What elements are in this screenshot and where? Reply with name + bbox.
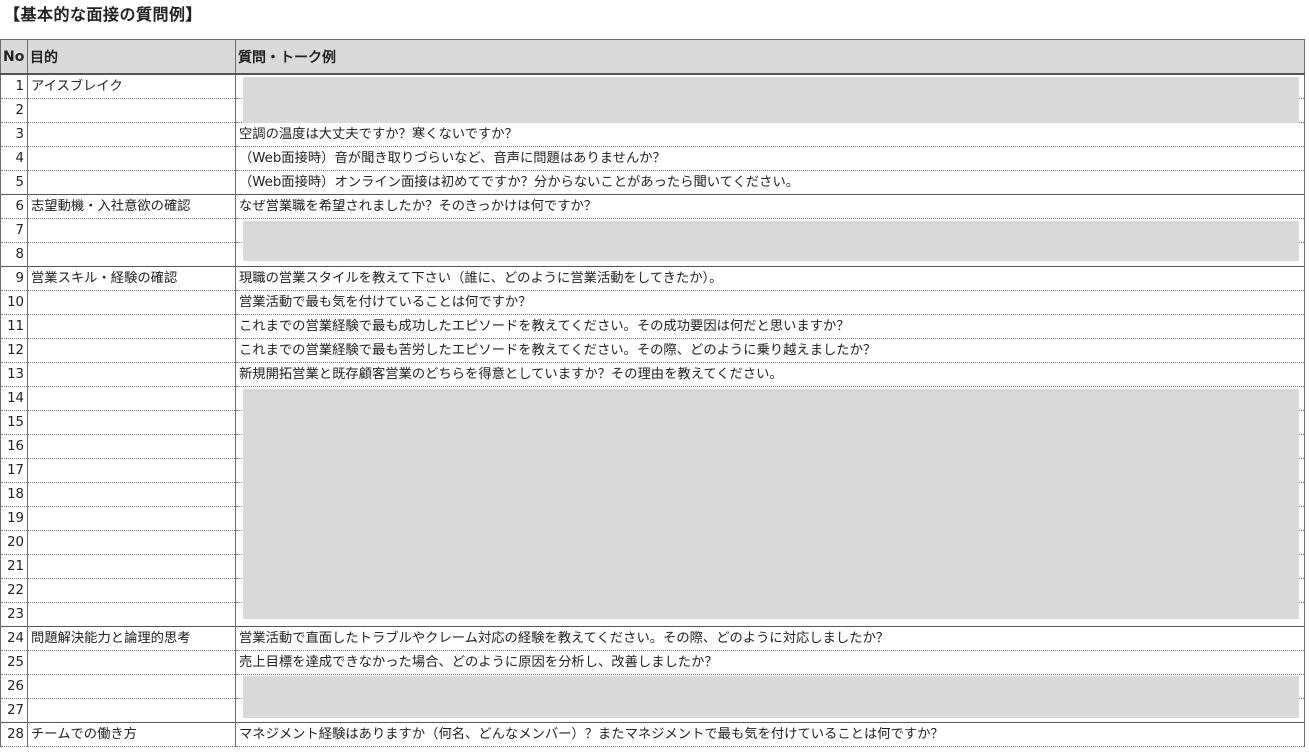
cell-purpose[interactable] [27,146,236,171]
cell-no[interactable]: 18 [0,482,28,507]
cell-no[interactable]: 11 [0,314,28,339]
cell-purpose[interactable] [27,314,236,339]
cell-no[interactable]: 22 [0,578,28,603]
cell-no[interactable]: 25 [0,650,28,675]
cell-question[interactable]: マネジメント経験はありますか（何名、どんなメンバー）？またマネジメントで最も気を… [235,722,1305,747]
cell-no[interactable]: 3 [0,122,28,147]
cell-no[interactable]: 19 [0,506,28,531]
cell-question[interactable]: これまでの営業経験で最も成功したエピソードを教えてください。その成功要因は何だと… [235,314,1305,339]
cell-purpose[interactable] [27,410,236,435]
cell-purpose[interactable] [27,170,236,195]
table-row: 28 チームでの働き方 マネジメント経験はありますか（何名、どんなメンバー）？またマ… [0,722,1305,747]
redacted-block-3 [243,389,1299,619]
redacted-block-1 [243,77,1299,123]
cell-question[interactable]: 営業活動で最も気を付けていることは何ですか？ [235,290,1305,315]
cell-question[interactable]: なぜ営業職を希望されましたか？そのきっかけは何ですか？ [235,194,1305,219]
cell-question[interactable]: 営業活動で直面したトラブルやクレーム対応の経験を教えてください。その際、どのよう… [235,626,1305,651]
cell-no[interactable]: 27 [0,698,28,723]
cell-no[interactable]: 28 [0,722,28,747]
cell-question[interactable]: （Web面接時）音が聞き取りづらいなど、音声に問題はありませんか？ [235,146,1305,171]
cell-purpose[interactable] [27,98,236,123]
cell-question[interactable]: これまでの営業経験で最も苦労したエピソードを教えてください。その際、どのように乗… [235,338,1305,363]
cell-purpose[interactable] [27,698,236,723]
cell-question[interactable]: （Web面接時）オンライン面接は初めてですか？分からないことがあったら聞いてくだ… [235,170,1305,195]
cell-purpose[interactable] [27,458,236,483]
cell-no[interactable]: 2 [0,98,28,123]
cell-no[interactable]: 21 [0,554,28,579]
table-row: 12 これまでの営業経験で最も苦労したエピソードを教えてください。その際、どのよう… [0,338,1305,363]
cell-purpose[interactable] [27,506,236,531]
sheet-title: 【基本的な面接の質問例】 [4,5,203,24]
cell-no[interactable]: 6 [0,194,28,219]
cell-no[interactable]: 5 [0,170,28,195]
table-row: 9 営業スキル・経験の確認 現職の営業スタイルを教えて下さい（誰に、どのように営業活… [0,266,1305,291]
cell-no[interactable]: 8 [0,242,28,267]
cell-no[interactable]: 16 [0,434,28,459]
cell-purpose[interactable]: 志望動機・入社意欲の確認 [27,194,236,219]
cell-purpose[interactable]: アイスブレイク [27,73,236,99]
cell-purpose[interactable] [27,218,236,243]
cell-purpose[interactable] [27,602,236,627]
cell-no[interactable]: 10 [0,290,28,315]
cell-question[interactable]: 現職の営業スタイルを教えて下さい（誰に、どのように営業活動をしてきたか）。 [235,266,1305,291]
table-row: 10 営業活動で最も気を付けていることは何ですか？ [0,290,1305,315]
table-row: 3 空調の温度は大丈夫ですか？寒くないですか？ [0,122,1305,147]
cell-no[interactable]: 20 [0,530,28,555]
cell-purpose[interactable] [27,362,236,387]
cell-purpose[interactable] [27,242,236,267]
cell-no[interactable]: 17 [0,458,28,483]
cell-no[interactable]: 12 [0,338,28,363]
cell-purpose[interactable] [27,650,236,675]
cell-purpose[interactable] [27,482,236,507]
cell-question[interactable]: 売上目標を達成できなかった場合、どのように原因を分析し、改善しましたか？ [235,650,1305,675]
cell-no[interactable]: 23 [0,602,28,627]
table-row: 11 これまでの営業経験で最も成功したエピソードを教えてください。その成功要因は何… [0,314,1305,339]
column-header-purpose[interactable]: 目的 [27,39,236,75]
table-row: 5 （Web面接時）オンライン面接は初めてですか？分からないことがあったら聞いてく… [0,170,1305,195]
table-row: 6 志望動機・入社意欲の確認 なぜ営業職を希望されましたか？そのきっかけは何ですか？ [0,194,1305,219]
cell-no[interactable]: 24 [0,626,28,651]
cell-purpose[interactable] [27,434,236,459]
cell-no[interactable]: 1 [0,73,28,99]
cell-purpose[interactable] [27,338,236,363]
column-header-question[interactable]: 質問・トーク例 [235,39,1305,75]
cell-purpose[interactable] [27,554,236,579]
cell-no[interactable]: 13 [0,362,28,387]
cell-purpose[interactable]: 営業スキル・経験の確認 [27,266,236,291]
table-row: 4 （Web面接時）音が聞き取りづらいなど、音声に問題はありませんか？ [0,146,1305,171]
cell-no[interactable]: 9 [0,266,28,291]
cell-no[interactable]: 7 [0,218,28,243]
cell-no[interactable]: 4 [0,146,28,171]
cell-no[interactable]: 14 [0,386,28,411]
table-row: 25 売上目標を達成できなかった場合、どのように原因を分析し、改善しましたか？ [0,650,1305,675]
redacted-block-2 [243,221,1299,261]
cell-no[interactable]: 26 [0,674,28,699]
cell-purpose[interactable] [27,290,236,315]
cell-question[interactable]: 空調の温度は大丈夫ですか？寒くないですか？ [235,122,1305,147]
cell-purpose[interactable] [27,122,236,147]
cell-purpose[interactable]: 問題解決能力と論理的思考 [27,626,236,651]
cell-purpose[interactable] [27,530,236,555]
cell-purpose[interactable] [27,674,236,699]
cell-purpose[interactable] [27,386,236,411]
cell-purpose[interactable]: チームでの働き方 [27,722,236,747]
header-row: No 目的 質問・トーク例 [0,39,1305,75]
table-row: 13 新規開拓営業と既存顧客営業のどちらを得意としていますか？その理由を教えてくだ… [0,362,1305,387]
cell-no[interactable]: 15 [0,410,28,435]
cell-question[interactable]: 新規開拓営業と既存顧客営業のどちらを得意としていますか？その理由を教えてください… [235,362,1305,387]
table-row: 24 問題解決能力と論理的思考 営業活動で直面したトラブルやクレーム対応の経験を教え… [0,626,1305,651]
cell-purpose[interactable] [27,578,236,603]
redacted-block-4 [243,676,1299,718]
column-header-no[interactable]: No [0,39,28,75]
